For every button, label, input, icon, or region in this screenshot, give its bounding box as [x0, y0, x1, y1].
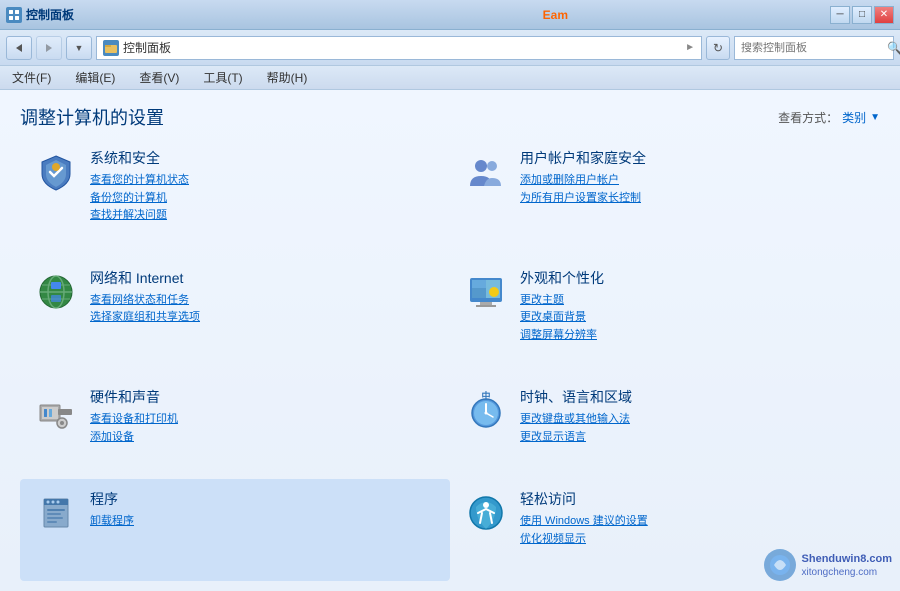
- cp-link-clock-1[interactable]: 更改显示语言: [520, 429, 868, 447]
- cp-title-user-accounts: 用户帐户和家庭安全: [520, 148, 868, 168]
- menu-tools[interactable]: 工具(T): [199, 67, 246, 88]
- cp-link-user-accounts-1[interactable]: 为所有用户设置家长控制: [520, 190, 868, 208]
- watermark-text2: xitongcheng.com: [802, 567, 892, 578]
- cp-item-programs[interactable]: 程序卸载程序: [20, 479, 450, 581]
- cp-title-clock: 时钟、语言和区域: [520, 387, 868, 407]
- page-title: 调整计算机的设置: [20, 104, 164, 130]
- cp-title-accessibility: 轻松访问: [520, 489, 868, 509]
- maximize-button[interactable]: □: [852, 6, 872, 24]
- users-icon: [462, 148, 510, 196]
- content-header: 调整计算机的设置 查看方式： 类别 ▼: [0, 90, 900, 138]
- title-bar-buttons: ─ □ ✕: [830, 6, 894, 24]
- appearance-icon: [462, 268, 510, 316]
- cp-item-network[interactable]: 网络和 Internet 查看网络状态和任务选择家庭组和共享选项: [20, 258, 450, 378]
- view-mode-value[interactable]: 类别: [842, 109, 866, 126]
- view-mode-label: 查看方式：: [778, 109, 838, 126]
- accessibility-icon: [462, 489, 510, 537]
- cp-title-network: 网络和 Internet: [90, 268, 438, 288]
- cp-link-accessibility-1[interactable]: 优化视频显示: [520, 531, 868, 549]
- close-button[interactable]: ✕: [874, 6, 894, 24]
- menu-help[interactable]: 帮助(H): [263, 67, 312, 88]
- programs-icon: [32, 489, 80, 537]
- search-box[interactable]: 🔍: [734, 36, 894, 60]
- menu-view[interactable]: 查看(V): [135, 67, 183, 88]
- cp-title-appearance: 外观和个性化: [520, 268, 868, 288]
- cp-link-user-accounts-0[interactable]: 添加或删除用户帐户: [520, 172, 868, 190]
- cp-link-appearance-1[interactable]: 更改桌面背景: [520, 309, 868, 327]
- cp-link-appearance-0[interactable]: 更改主题: [520, 292, 868, 310]
- cp-item-user-accounts[interactable]: 用户帐户和家庭安全添加或删除用户帐户为所有用户设置家长控制: [450, 138, 880, 258]
- address-path: 控制面板: [123, 39, 681, 56]
- cp-title-system-security: 系统和安全: [90, 148, 438, 168]
- watermark: Shenduwin8.com xitongcheng.com: [762, 547, 892, 583]
- menu-edit[interactable]: 编辑(E): [71, 67, 119, 88]
- window-title: 控制面板: [26, 6, 74, 23]
- hardware-icon: [32, 387, 80, 435]
- cp-item-appearance[interactable]: 外观和个性化更改主题更改桌面背景调整屏幕分辨率: [450, 258, 880, 378]
- cp-item-system-security[interactable]: 系统和安全查看您的计算机状态备份您的计算机查找并解决问题: [20, 138, 450, 258]
- cp-title-hardware: 硬件和声音: [90, 387, 438, 407]
- cp-link-system-security-2[interactable]: 查找并解决问题: [90, 207, 438, 225]
- menu-bar: 文件(F) 编辑(E) 查看(V) 工具(T) 帮助(H): [0, 66, 900, 90]
- search-icon[interactable]: 🔍: [887, 41, 900, 55]
- svg-text:中: 中: [481, 391, 490, 401]
- minimize-button[interactable]: ─: [830, 6, 850, 24]
- cp-link-clock-0[interactable]: 更改键盘或其他输入法: [520, 411, 868, 429]
- address-box[interactable]: 控制面板 ►: [96, 36, 702, 60]
- cp-link-accessibility-0[interactable]: 使用 Windows 建议的设置: [520, 513, 868, 531]
- view-mode-arrow-icon[interactable]: ▼: [870, 112, 880, 123]
- cp-link-hardware-0[interactable]: 查看设备和打印机: [90, 411, 438, 429]
- main-content: 调整计算机的设置 查看方式： 类别 ▼ 系统和安全查看您的计算机状态备份您的计算…: [0, 90, 900, 591]
- address-arrow: ►: [685, 42, 695, 53]
- watermark-text1: Shenduwin8.com: [802, 552, 892, 566]
- cp-link-appearance-2[interactable]: 调整屏幕分辨率: [520, 327, 868, 345]
- cp-item-hardware[interactable]: 硬件和声音查看设备和打印机添加设备: [20, 377, 450, 479]
- cp-item-clock[interactable]: 中 时钟、语言和区域更改键盘或其他输入法更改显示语言: [450, 377, 880, 479]
- cp-link-system-security-0[interactable]: 查看您的计算机状态: [90, 172, 438, 190]
- shield-icon: [32, 148, 80, 196]
- back-button[interactable]: [6, 36, 32, 60]
- cp-link-system-security-1[interactable]: 备份您的计算机: [90, 190, 438, 208]
- cp-title-programs: 程序: [90, 489, 438, 509]
- clock-icon: 中: [462, 387, 510, 435]
- address-bar: ▼ 控制面板 ► ↻ 🔍: [0, 30, 900, 66]
- refresh-button[interactable]: ↻: [706, 36, 730, 60]
- cp-link-network-0[interactable]: 查看网络状态和任务: [90, 292, 438, 310]
- title-bar: 控制面板 Eam ─ □ ✕: [0, 0, 900, 30]
- folder-icon: [103, 40, 119, 56]
- network-icon: [32, 268, 80, 316]
- cp-link-hardware-1[interactable]: 添加设备: [90, 429, 438, 447]
- cp-link-network-1[interactable]: 选择家庭组和共享选项: [90, 309, 438, 327]
- forward-button[interactable]: [36, 36, 62, 60]
- title-bar-left: 控制面板: [6, 6, 281, 23]
- app-icon: [6, 7, 22, 23]
- recent-button[interactable]: ▼: [66, 36, 92, 60]
- title-bar-center: Eam: [281, 8, 830, 22]
- cp-link-programs-0[interactable]: 卸载程序: [90, 513, 438, 531]
- watermark-icon: [762, 547, 798, 583]
- cp-grid: 系统和安全查看您的计算机状态备份您的计算机查找并解决问题 用户帐户和家庭安全添加…: [0, 138, 900, 591]
- search-input[interactable]: [741, 42, 883, 54]
- view-mode: 查看方式： 类别 ▼: [778, 109, 880, 126]
- menu-file[interactable]: 文件(F): [8, 67, 55, 88]
